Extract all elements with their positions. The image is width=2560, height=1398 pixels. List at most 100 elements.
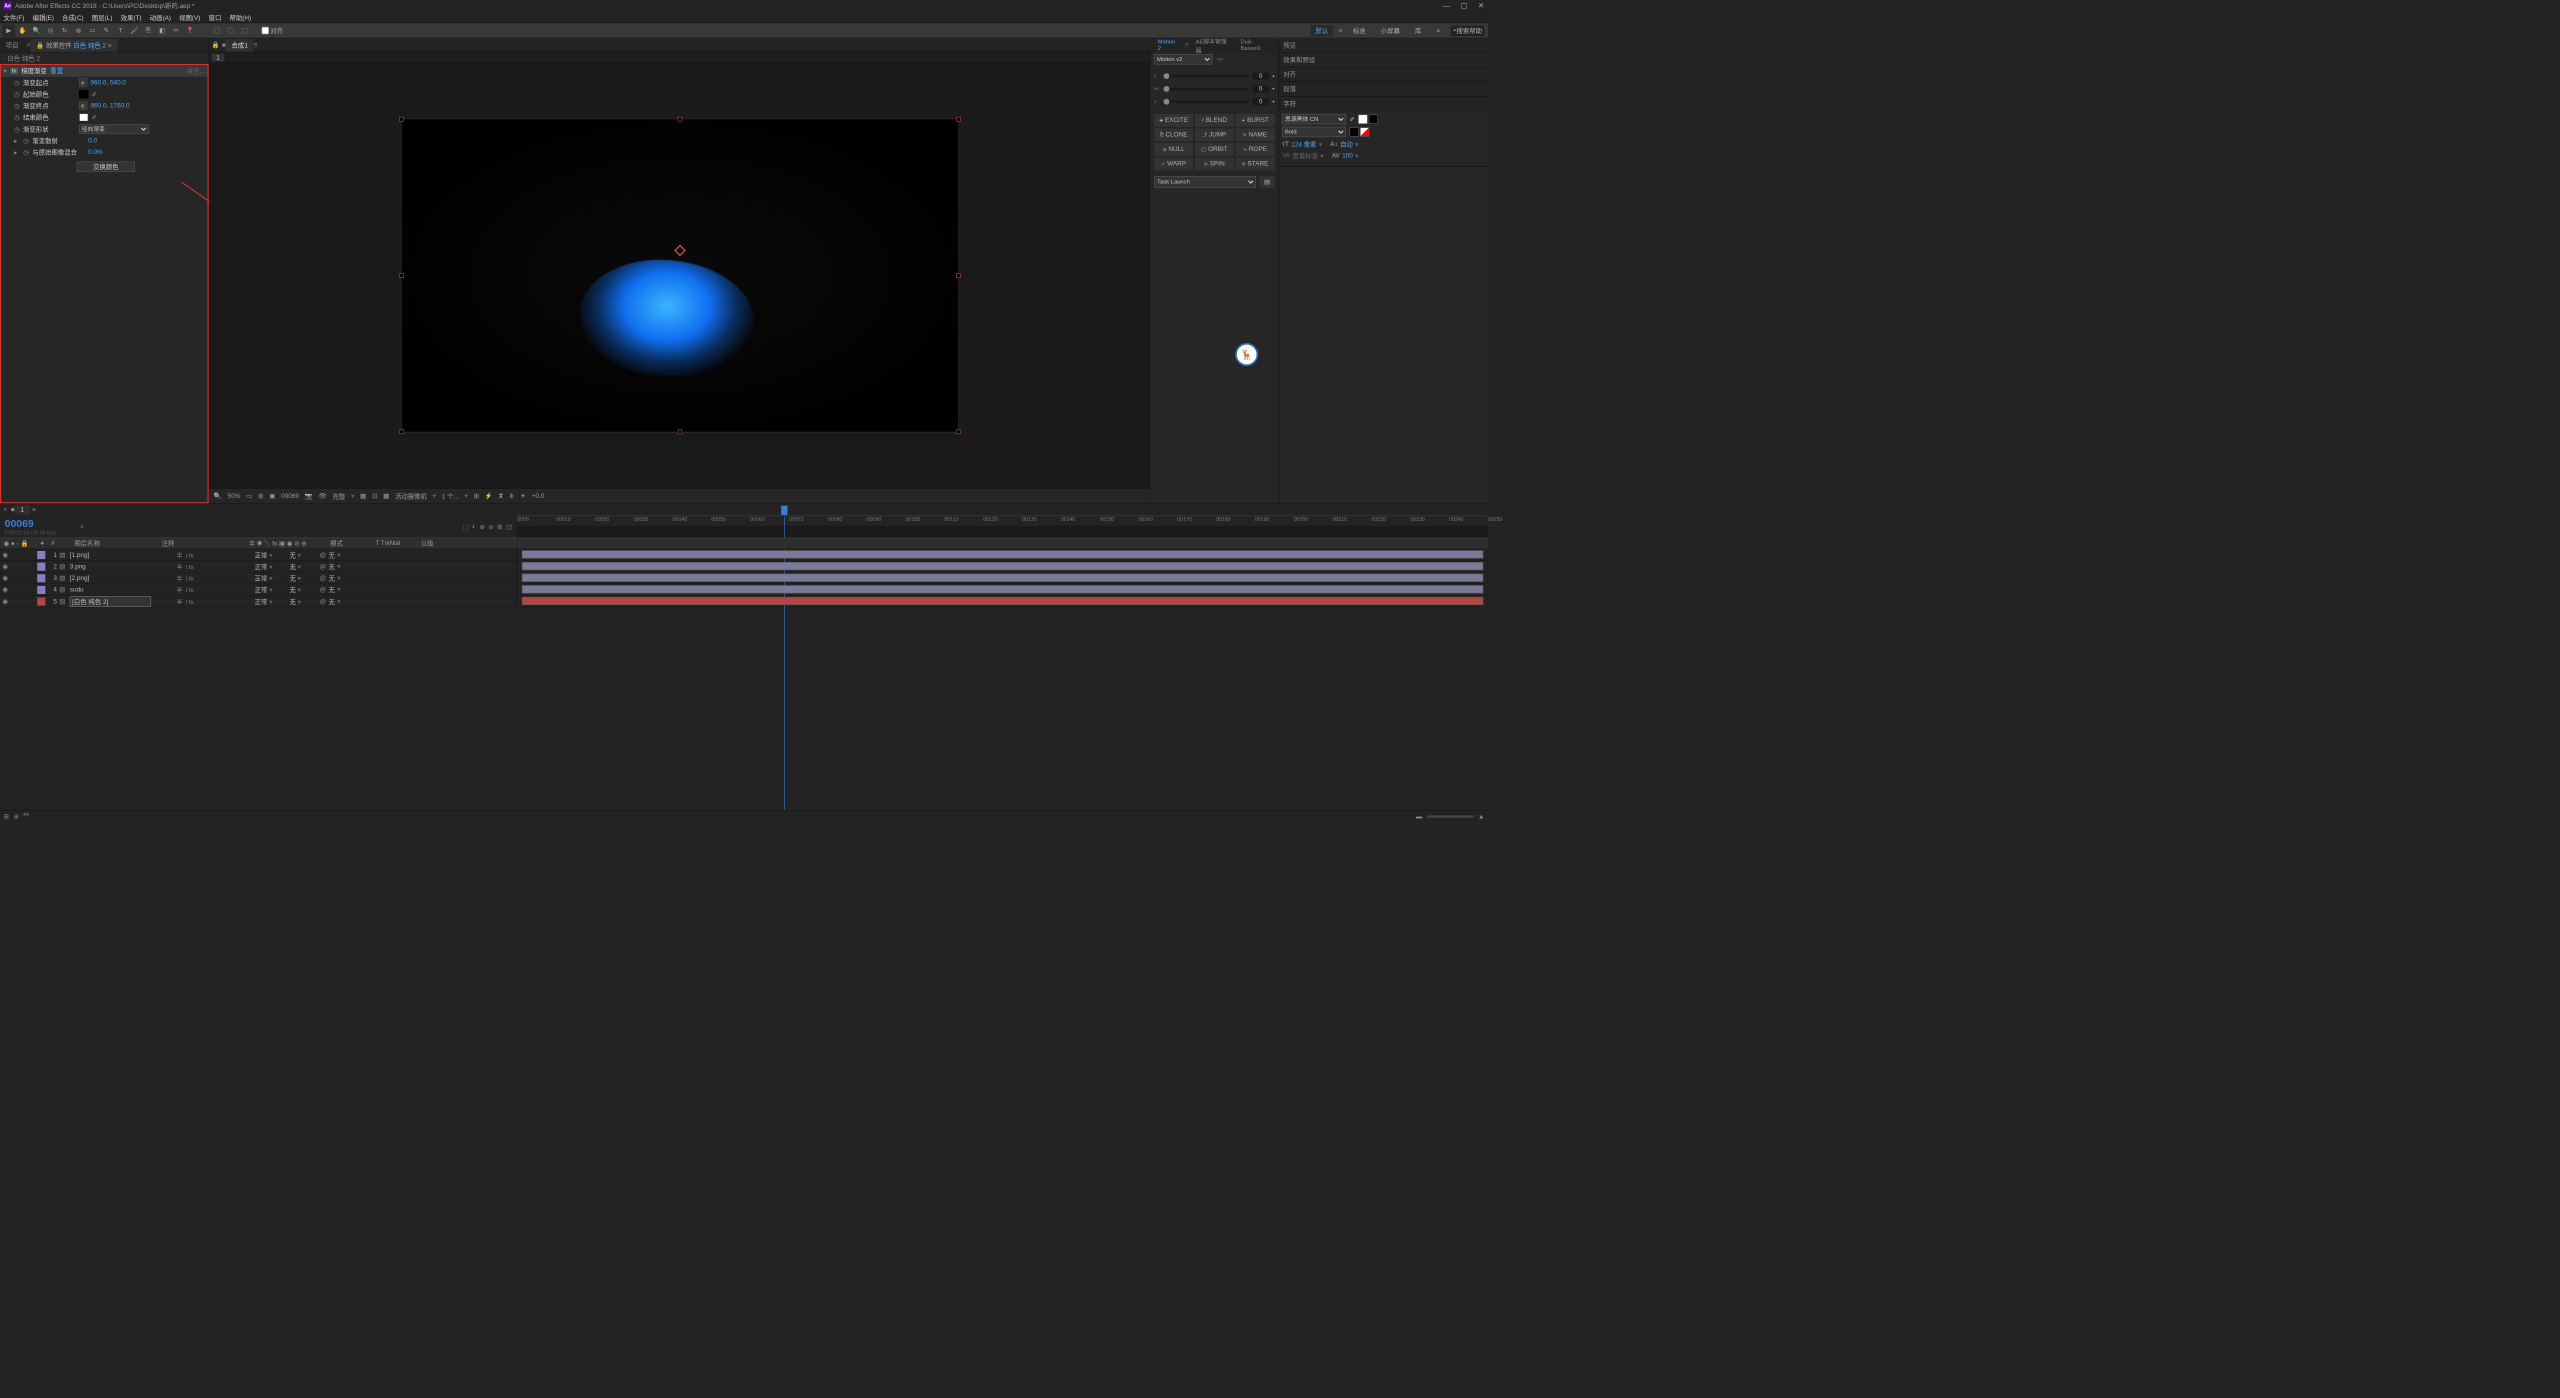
- stopwatch-icon[interactable]: ◷: [14, 102, 20, 110]
- expand-arrow-icon[interactable]: ▸: [14, 148, 20, 156]
- menu-animation[interactable]: 动画(A): [150, 12, 171, 21]
- pickwhip-icon[interactable]: @: [320, 598, 326, 605]
- leading[interactable]: 自动: [1340, 139, 1353, 148]
- visibility-icon[interactable]: ◉: [2, 597, 10, 605]
- layer-color[interactable]: [37, 586, 45, 594]
- roi-icon[interactable]: ⊡: [372, 492, 377, 500]
- menu-view[interactable]: 视图(V): [179, 12, 200, 21]
- tl-icon-2[interactable]: ◐: [472, 523, 476, 531]
- parent-dropdown[interactable]: 无: [328, 585, 334, 594]
- eyedropper-icon[interactable]: ✐: [1350, 115, 1355, 123]
- visibility-icon[interactable]: ◉: [2, 586, 10, 594]
- layer-duration-bar[interactable]: [522, 597, 1483, 605]
- layer-row[interactable]: ◉ 5 ▧ [白色 纯色 2] 半 / fx 正常 ▾ 无 ▾ @ 无 ▾: [0, 596, 1488, 608]
- layer-trkmat[interactable]: 无 ▾: [289, 585, 317, 594]
- grid-icon[interactable]: ⊞: [258, 492, 263, 500]
- layer-mode[interactable]: 正常 ▾: [255, 597, 288, 606]
- clone-tool[interactable]: ⎘: [142, 24, 155, 37]
- font-family-dropdown[interactable]: 思源黑体 CN: [1282, 114, 1346, 124]
- rotate-tool[interactable]: ↻: [58, 24, 71, 37]
- btn-blend[interactable]: ⫽ BLEND: [1195, 114, 1234, 127]
- menu-effect[interactable]: 效果(T): [121, 12, 142, 21]
- task-launch-go[interactable]: ▤: [1259, 176, 1274, 188]
- crosshair-icon[interactable]: ⊕: [79, 102, 87, 110]
- tl-zoom-in[interactable]: ▲: [1478, 813, 1484, 820]
- resize-handle[interactable]: [678, 430, 683, 435]
- stopwatch-icon[interactable]: ◷: [23, 148, 29, 156]
- btn-burst[interactable]: ✦ BURST: [1236, 114, 1275, 127]
- layer-color[interactable]: [37, 562, 45, 570]
- parent-dropdown[interactable]: 无: [328, 597, 334, 606]
- tl-icon-5[interactable]: ⊞: [497, 523, 502, 531]
- workspace-lib[interactable]: 库: [1410, 25, 1426, 37]
- swap-color-1[interactable]: [1350, 127, 1359, 136]
- snap-checkbox[interactable]: [262, 27, 270, 35]
- panel-align[interactable]: 对齐: [1279, 67, 1488, 81]
- motion-version-dropdown[interactable]: Motion v2: [1154, 54, 1212, 64]
- resize-handle[interactable]: [956, 117, 961, 122]
- tl-toggle-2[interactable]: ⊕: [13, 813, 18, 821]
- minimize-button[interactable]: —: [1442, 1, 1450, 10]
- col-layer-name[interactable]: 图层名称: [71, 539, 158, 548]
- eraser-tool[interactable]: ◧: [156, 24, 169, 37]
- timeline-tab-1[interactable]: 1: [15, 505, 30, 514]
- anchor-tool[interactable]: ⊕: [72, 24, 85, 37]
- layer-trkmat[interactable]: 无 ▾: [289, 597, 317, 606]
- snapshot-icon[interactable]: 👁: [319, 492, 327, 500]
- layer-row[interactable]: ◉ 3 ▧ [2.png] 半 / fx 正常 ▾ 无 ▾ @ 无 ▾: [0, 572, 1488, 584]
- btn-excite[interactable]: ✚ EXCITE: [1154, 114, 1193, 127]
- tab-project[interactable]: 项目: [0, 39, 24, 52]
- btn-spin[interactable]: ↻ SPIN: [1195, 158, 1234, 171]
- transparency-icon[interactable]: ▩: [383, 492, 389, 500]
- layer-row[interactable]: ◉ 4 ▧ sudu 半 / fx 正常 ▾ 无 ▾ @ 无 ▾: [0, 584, 1488, 596]
- resize-handle[interactable]: [399, 117, 404, 122]
- tl-zoom-slider[interactable]: [1427, 815, 1473, 817]
- stopwatch-icon[interactable]: ◷: [14, 90, 20, 98]
- playhead[interactable]: [784, 516, 785, 538]
- frame-number[interactable]: 00069: [281, 493, 299, 500]
- panel-character[interactable]: 字符: [1279, 96, 1488, 110]
- flowchart-icon[interactable]: ⋔: [509, 492, 514, 500]
- crosshair-icon[interactable]: ⊕: [79, 78, 87, 86]
- close-button[interactable]: ✕: [1478, 1, 1484, 10]
- toolbar-extra-2[interactable]: ⬚: [224, 24, 237, 37]
- layer-trkmat[interactable]: 无 ▾: [289, 550, 317, 559]
- layer-mode[interactable]: 正常 ▾: [255, 562, 288, 571]
- tl-icon-1[interactable]: ⬚: [463, 523, 469, 531]
- menu-help[interactable]: 帮助(H): [229, 12, 251, 21]
- stopwatch-icon[interactable]: ◷: [14, 79, 20, 87]
- btn-rope[interactable]: ∿ ROPE: [1236, 143, 1275, 156]
- zoom-tool[interactable]: 🔍: [30, 24, 43, 37]
- menu-layer[interactable]: 图层(L): [92, 12, 113, 21]
- resize-handle[interactable]: [956, 430, 961, 435]
- workspace-more[interactable]: »: [1432, 26, 1445, 35]
- visibility-icon[interactable]: ◉: [2, 574, 10, 582]
- menu-edit[interactable]: 编辑(E): [33, 12, 54, 21]
- resize-handle[interactable]: [399, 273, 404, 278]
- eyedropper-icon[interactable]: ✐: [92, 114, 99, 121]
- col-comment[interactable]: 注释: [158, 539, 245, 548]
- pickwhip-icon[interactable]: @: [320, 586, 326, 593]
- task-launch-dropdown[interactable]: Task Launch: [1154, 176, 1256, 188]
- col-parent[interactable]: 父级: [417, 539, 516, 548]
- type-tool[interactable]: T: [114, 24, 127, 37]
- reset-exposure-icon[interactable]: ☀: [520, 492, 526, 500]
- slider-3-val[interactable]: 0: [1253, 98, 1269, 105]
- layer-color[interactable]: [37, 551, 45, 559]
- layer-row[interactable]: ◉ 1 ▧ [1.png] 半 / fx 正常 ▾ 无 ▾ @ 无 ▾: [0, 549, 1488, 561]
- pickwhip-icon[interactable]: @: [320, 551, 326, 558]
- exposure-value[interactable]: +0.0: [532, 493, 545, 500]
- comp-subtab[interactable]: 1: [212, 53, 225, 61]
- puppet-tool[interactable]: 📍: [184, 24, 197, 37]
- pixel-aspect-icon[interactable]: ⊞: [474, 492, 479, 500]
- panel-effects-presets[interactable]: 效果和预设: [1279, 53, 1488, 67]
- timeline-icon[interactable]: ⧗: [499, 492, 503, 500]
- btn-stare[interactable]: ✢ STARE: [1236, 158, 1275, 171]
- toolbar-extra-3[interactable]: ⬚: [238, 24, 251, 37]
- orbit-tool[interactable]: ◎: [44, 24, 57, 37]
- panel-paragraph[interactable]: 段落: [1279, 82, 1488, 96]
- views-dropdown[interactable]: 1 个...: [442, 491, 459, 500]
- visibility-icon[interactable]: ◉: [2, 551, 10, 559]
- tab-effect-controls[interactable]: 🔒 效果控件 白色 纯色 2 ≡: [30, 39, 117, 52]
- tl-zoom-out[interactable]: ▬: [1416, 813, 1422, 820]
